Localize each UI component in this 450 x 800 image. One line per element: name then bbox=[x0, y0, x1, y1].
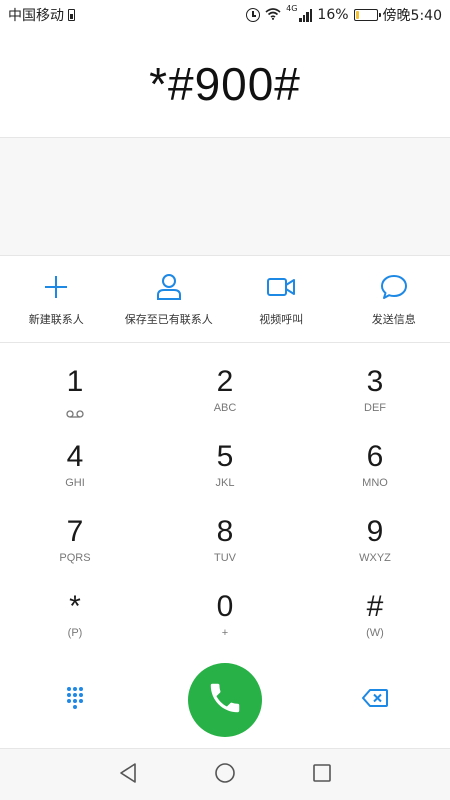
keypad-row: 7 PQRS 8 TUV 9 WXYZ bbox=[0, 508, 450, 583]
keypad-row: 1 2 ABC 3 DEF bbox=[0, 358, 450, 433]
signal-icon bbox=[299, 8, 313, 22]
send-message-button[interactable]: 发送信息 bbox=[338, 257, 450, 342]
keypad-row: 4 GHI 5 JKL 6 MNO bbox=[0, 433, 450, 508]
status-right: 4G 16% 傍晚5:40 bbox=[246, 5, 442, 25]
key-digit: 4 bbox=[66, 440, 84, 473]
clock-time: 傍晚5:40 bbox=[382, 8, 442, 24]
key-letters: TUV bbox=[214, 552, 236, 564]
action-label: 保存至已有联系人 bbox=[124, 313, 213, 326]
nav-home-button[interactable] bbox=[205, 755, 245, 795]
dial-keypad: 1 2 ABC 3 DEF 4 GHI 5 JKL 6 MNO 7 PQRS 8… bbox=[0, 358, 450, 658]
key-letters: DEF bbox=[364, 402, 386, 414]
video-camera-icon bbox=[266, 273, 296, 301]
action-label: 视频呼叫 bbox=[259, 313, 304, 326]
number-display: *#900# bbox=[0, 30, 450, 138]
key-digit: 2 bbox=[216, 365, 234, 398]
key-letters: WXYZ bbox=[359, 552, 391, 564]
key-0[interactable]: 0 + bbox=[150, 583, 300, 658]
keypad-row: * (P) 0 + # (W) bbox=[0, 583, 450, 658]
status-bar: 中国移动 4G 16% 傍晚5:40 bbox=[0, 0, 450, 30]
key-digit: 0 bbox=[216, 590, 234, 623]
key-star[interactable]: * (P) bbox=[0, 583, 150, 658]
carrier-name: 中国移动 bbox=[8, 8, 64, 24]
key-letters: (W) bbox=[366, 627, 384, 639]
key-digit: 5 bbox=[216, 440, 234, 473]
key-digit: 3 bbox=[366, 365, 384, 398]
call-control bbox=[150, 663, 300, 737]
battery-icon bbox=[353, 9, 381, 21]
voicemail-icon bbox=[66, 403, 84, 418]
add-icon bbox=[43, 273, 69, 301]
nav-recents-button[interactable] bbox=[302, 755, 342, 795]
phone-icon bbox=[206, 679, 244, 721]
new-contact-button[interactable]: 新建联系人 bbox=[0, 257, 113, 342]
key-digit: 9 bbox=[366, 515, 384, 548]
key-digit: * bbox=[69, 590, 81, 623]
key-8[interactable]: 8 TUV bbox=[150, 508, 300, 583]
dialed-number[interactable]: *#900# bbox=[149, 57, 301, 111]
key-9[interactable]: 9 WXYZ bbox=[300, 508, 450, 583]
action-label: 新建联系人 bbox=[28, 313, 84, 326]
key-5[interactable]: 5 JKL bbox=[150, 433, 300, 508]
key-digit: 1 bbox=[66, 365, 84, 398]
dialpad-toggle-button[interactable] bbox=[0, 685, 150, 715]
status-left: 中国移动 bbox=[8, 5, 75, 25]
home-circle-icon bbox=[214, 762, 236, 788]
recents-square-icon bbox=[312, 763, 332, 787]
key-digit: 8 bbox=[216, 515, 234, 548]
backspace-icon bbox=[362, 689, 388, 711]
battery-level bbox=[355, 11, 359, 19]
key-6[interactable]: 6 MNO bbox=[300, 433, 450, 508]
alarm-icon bbox=[246, 8, 261, 22]
battery-percent: 16% bbox=[317, 7, 349, 23]
save-to-contact-button[interactable]: 保存至已有联系人 bbox=[113, 257, 226, 342]
suggestion-area bbox=[0, 138, 450, 256]
key-7[interactable]: 7 PQRS bbox=[0, 508, 150, 583]
nav-back-button[interactable] bbox=[108, 755, 148, 795]
key-letters: GHI bbox=[65, 477, 85, 489]
key-1[interactable]: 1 bbox=[0, 358, 150, 433]
key-letters: (P) bbox=[67, 627, 83, 639]
key-digit: # bbox=[366, 590, 384, 623]
navigation-bar bbox=[0, 748, 450, 800]
key-digit: 6 bbox=[366, 440, 384, 473]
sim-card-icon bbox=[68, 9, 75, 21]
key-letters: MNO bbox=[362, 477, 388, 489]
key-letters: JKL bbox=[215, 477, 235, 489]
message-bubble-icon bbox=[380, 273, 408, 301]
wifi-icon bbox=[265, 7, 281, 24]
action-label: 发送信息 bbox=[371, 313, 416, 326]
key-letters: ABC bbox=[213, 402, 237, 414]
key-letters: PQRS bbox=[59, 552, 91, 564]
key-digit: 7 bbox=[66, 515, 84, 548]
dialer-controls bbox=[0, 662, 450, 738]
key-4[interactable]: 4 GHI bbox=[0, 433, 150, 508]
quick-actions: 新建联系人 保存至已有联系人 视频呼叫 发送信息 bbox=[0, 257, 450, 343]
dialpad-icon bbox=[65, 685, 85, 715]
network-type: 4G bbox=[286, 4, 298, 13]
key-hash[interactable]: # (W) bbox=[300, 583, 450, 658]
key-2[interactable]: 2 ABC bbox=[150, 358, 300, 433]
key-letters: + bbox=[221, 627, 229, 639]
call-button[interactable] bbox=[188, 663, 262, 737]
video-call-button[interactable]: 视频呼叫 bbox=[225, 257, 338, 342]
key-3[interactable]: 3 DEF bbox=[300, 358, 450, 433]
back-triangle-icon bbox=[118, 762, 138, 788]
backspace-button[interactable] bbox=[300, 689, 450, 711]
person-icon bbox=[156, 273, 182, 301]
